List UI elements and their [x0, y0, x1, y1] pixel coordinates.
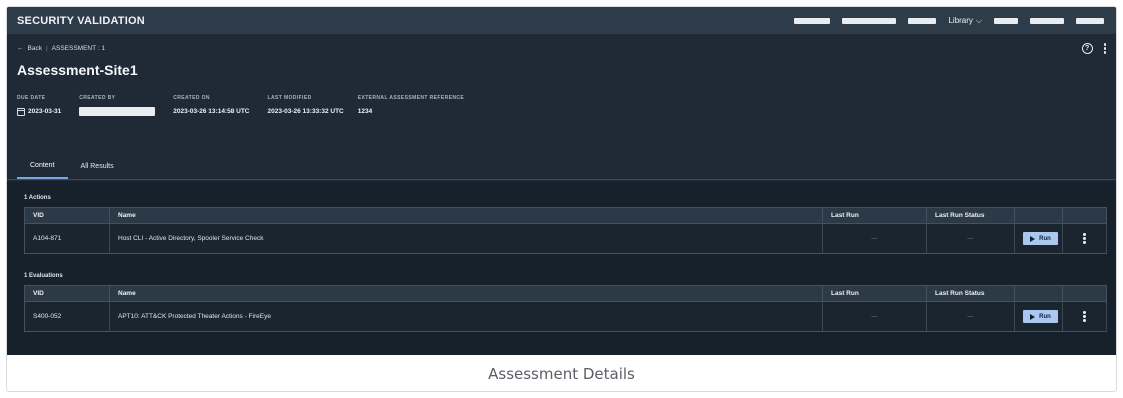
- breadcrumb-separator: |: [45, 45, 48, 52]
- last-run-status-cell: —: [926, 223, 1015, 254]
- back-arrow-icon[interactable]: ←: [17, 45, 24, 52]
- column-header[interactable]: Name: [109, 207, 823, 224]
- tab-bar: Content All Results: [17, 153, 127, 179]
- table-row[interactable]: A104-871 Host CLI - Active Directory, Sp…: [24, 223, 1107, 254]
- row-more-icon[interactable]: [1071, 233, 1098, 244]
- column-header[interactable]: VID: [24, 207, 110, 224]
- run-button[interactable]: Run: [1023, 310, 1058, 323]
- content-panel: 1 Actions VID Name Last Run Last Run Sta…: [7, 181, 1116, 355]
- library-menu[interactable]: Library ⌵: [948, 16, 982, 26]
- breadcrumb: ← Back | ASSESSMENT : 1: [17, 45, 1106, 52]
- last-modified-field: LAST MODIFIED 2023-03-26 13:33:32 UTC: [268, 95, 344, 116]
- tab-all-results[interactable]: All Results: [68, 153, 127, 179]
- created-by-field: CREATED BY: [79, 95, 156, 116]
- top-nav: Library ⌵: [794, 7, 1116, 34]
- redacted-nav-item[interactable]: [994, 17, 1018, 24]
- last-run-cell: —: [822, 301, 927, 332]
- redacted-nav-item[interactable]: [1076, 17, 1104, 24]
- redacted-nav-item[interactable]: [908, 17, 937, 24]
- column-header[interactable]: VID: [24, 285, 110, 302]
- external-ref-value: 1234: [357, 108, 373, 115]
- assessment-metadata: DUE DATE 2023-03-31 CREATED BY CREATED O…: [17, 95, 1106, 116]
- created-on-field: CREATED ON 2023-03-26 13:14:58 UTC: [173, 95, 249, 116]
- run-label: Run: [1039, 313, 1051, 320]
- page-title: Assessment-Site1: [17, 62, 138, 78]
- assessment-header: ← Back | ASSESSMENT : 1 Assessment-Site1…: [7, 34, 1116, 180]
- redacted-nav-item[interactable]: [1030, 17, 1064, 24]
- created-by-label: CREATED BY: [79, 95, 116, 101]
- name-cell[interactable]: APT10: ATT&CK Protected Theater Actions …: [109, 301, 823, 332]
- run-cell: Run: [1014, 223, 1063, 254]
- library-label: Library: [948, 16, 973, 25]
- play-icon: [1030, 235, 1036, 242]
- run-cell: Run: [1014, 301, 1063, 332]
- row-menu-cell: [1062, 301, 1107, 332]
- last-run-cell: —: [822, 223, 927, 254]
- vid-cell: A104-871: [24, 223, 110, 254]
- due-date-value-row: 2023-03-31: [17, 107, 61, 116]
- back-link[interactable]: Back: [28, 45, 42, 52]
- last-run-status-cell: —: [926, 301, 1015, 332]
- redacted-user: [79, 107, 156, 116]
- column-header[interactable]: Last Run Status: [926, 285, 1015, 302]
- table-header-row: VID Name Last Run Last Run Status: [24, 285, 1107, 302]
- table-row[interactable]: S400-052 APT10: ATT&CK Protected Theater…: [24, 301, 1107, 332]
- external-ref-label: EXTERNAL ASSESSMENT REFERENCE: [357, 95, 465, 101]
- due-date-field: DUE DATE 2023-03-31: [17, 95, 61, 116]
- redacted-nav-item[interactable]: [842, 17, 897, 24]
- row-more-icon[interactable]: [1071, 311, 1098, 322]
- calendar-icon[interactable]: [17, 107, 25, 116]
- run-label: Run: [1039, 235, 1051, 242]
- column-header[interactable]: Last Run: [822, 285, 927, 302]
- actions-table: VID Name Last Run Last Run Status A104-8…: [24, 207, 1107, 254]
- actions-heading: 1 Actions: [24, 195, 51, 201]
- chevron-down-icon: ⌵: [975, 15, 982, 25]
- column-header[interactable]: Name: [109, 285, 823, 302]
- external-ref-field: EXTERNAL ASSESSMENT REFERENCE 1234: [358, 95, 464, 116]
- header-actions: ?: [1081, 43, 1106, 54]
- figure-caption: Assessment Details: [7, 355, 1116, 391]
- table-header-row: VID Name Last Run Last Run Status: [24, 207, 1107, 224]
- created-on-value: 2023-03-26 13:14:58 UTC: [173, 108, 250, 115]
- column-header-empty: [1062, 285, 1107, 302]
- play-icon: [1030, 313, 1036, 320]
- screenshot-frame: SECURITY VALIDATION Library ⌵ ← Back | A…: [6, 6, 1117, 392]
- breadcrumb-current: ASSESSMENT : 1: [51, 45, 105, 52]
- vid-cell: S400-052: [24, 301, 110, 332]
- more-options-icon[interactable]: [1103, 43, 1106, 54]
- column-header-empty: [1014, 207, 1063, 224]
- due-date-label: DUE DATE: [17, 95, 46, 101]
- last-modified-value: 2023-03-26 13:33:32 UTC: [267, 108, 344, 115]
- evaluations-table: VID Name Last Run Last Run Status S400-0…: [24, 285, 1107, 332]
- created-by-value: [79, 107, 156, 116]
- column-header-empty: [1062, 207, 1107, 224]
- top-bar: SECURITY VALIDATION Library ⌵: [7, 7, 1116, 34]
- column-header-empty: [1014, 285, 1063, 302]
- due-date-value: 2023-03-31: [28, 108, 62, 115]
- tab-content[interactable]: Content: [17, 153, 68, 179]
- help-icon[interactable]: ?: [1081, 43, 1093, 54]
- column-header[interactable]: Last Run Status: [926, 207, 1015, 224]
- column-header[interactable]: Last Run: [822, 207, 927, 224]
- row-menu-cell: [1062, 223, 1107, 254]
- app-title: SECURITY VALIDATION: [17, 14, 145, 27]
- evaluations-heading: 1 Evaluations: [24, 273, 63, 279]
- app-window: SECURITY VALIDATION Library ⌵ ← Back | A…: [7, 7, 1116, 355]
- run-button[interactable]: Run: [1023, 232, 1058, 245]
- last-modified-label: LAST MODIFIED: [267, 95, 312, 101]
- name-cell[interactable]: Host CLI - Active Directory, Spooler Ser…: [109, 223, 823, 254]
- redacted-nav-item[interactable]: [794, 17, 831, 24]
- created-on-label: CREATED ON: [173, 95, 210, 101]
